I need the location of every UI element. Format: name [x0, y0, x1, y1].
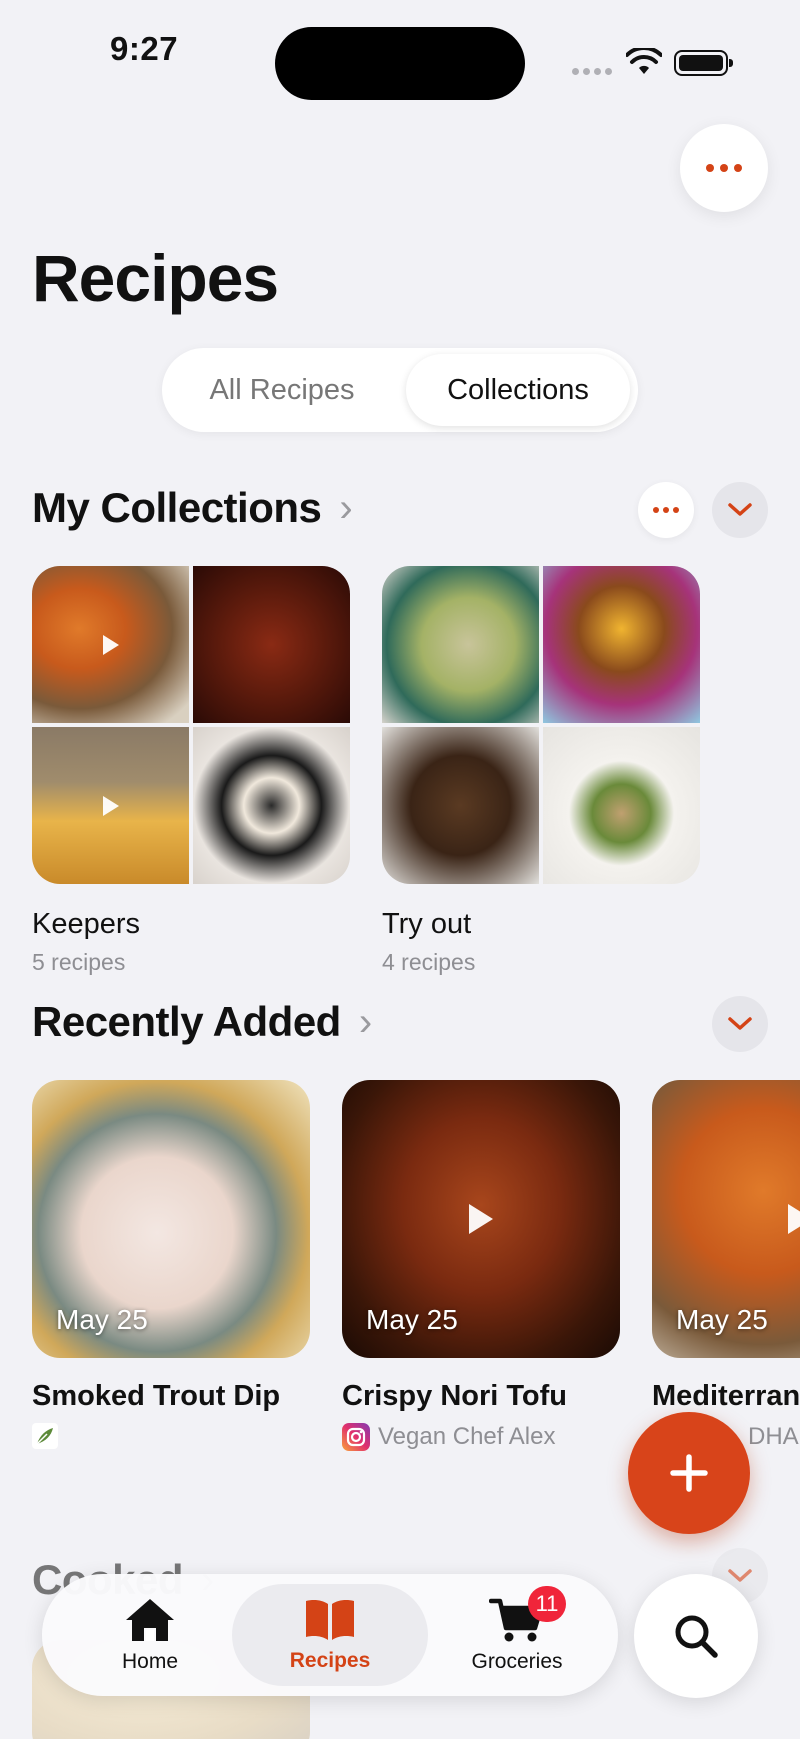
recipe-image: May 25: [342, 1080, 620, 1358]
chevron-down-icon: [728, 503, 752, 516]
more-icon: [653, 507, 659, 513]
recipe-source-name: Vegan Chef Alex: [378, 1423, 556, 1450]
thumb-fritters: [543, 727, 700, 884]
collection-card-keepers[interactable]: Keepers 5 recipes: [32, 566, 350, 976]
recipe-image: May 25: [32, 1080, 310, 1358]
view-segmented-control: All Recipes Collections: [162, 348, 638, 432]
leaf-icon: [32, 1423, 58, 1449]
recipe-image: May 25: [652, 1080, 800, 1358]
tab-label: Recipes: [289, 1649, 371, 1672]
recipe-source: [32, 1423, 322, 1449]
tab-label: Home: [121, 1650, 179, 1673]
play-icon: [788, 1204, 800, 1234]
recipe-title: Mediterranean Roasted Ca: [652, 1380, 800, 1412]
play-icon: [102, 634, 119, 655]
more-icon: [706, 164, 714, 172]
recipe-card[interactable]: May 25 Mediterranean Roasted Ca DHA: [652, 1080, 800, 1451]
recently-added-collapse-button[interactable]: [712, 996, 768, 1052]
recipe-card[interactable]: May 25 Crispy Nori Tofu Vegan Chef Alex: [342, 1080, 632, 1451]
tab-bar: Home Recipes Groceries 11: [42, 1574, 618, 1696]
collection-collage: [32, 566, 350, 884]
thumb-roasted-carrots: [32, 566, 189, 723]
wifi-icon: [626, 48, 662, 74]
recipe-title: Crispy Nori Tofu: [342, 1380, 568, 1412]
collections-more-button[interactable]: [638, 482, 694, 538]
my-collections-header[interactable]: My Collections ›: [32, 484, 353, 532]
play-icon: [469, 1204, 493, 1234]
collection-name: Keepers: [32, 908, 141, 940]
page-title: Recipes: [32, 241, 279, 315]
recipe-source: Vegan Chef Alex: [342, 1423, 632, 1451]
tab-home[interactable]: Home: [80, 1584, 220, 1686]
thumb-glazed-chicken: [193, 566, 350, 723]
recipe-title: Smoked Trout Dip: [32, 1380, 281, 1412]
thumb-sushi-rolls: [193, 727, 350, 884]
recently-added-header[interactable]: Recently Added ›: [32, 998, 372, 1046]
thumb-white-chili: [382, 566, 539, 723]
chevron-right-icon: ›: [339, 485, 353, 530]
recipe-date: May 25: [366, 1304, 458, 1335]
search-button[interactable]: [634, 1574, 758, 1698]
recipe-date: May 25: [676, 1304, 768, 1335]
play-icon: [102, 795, 119, 816]
collections-collapse-button[interactable]: [712, 482, 768, 538]
collection-collage: [382, 566, 700, 884]
battery-icon: [674, 50, 733, 76]
recipe-source-name: DHA: [748, 1423, 799, 1450]
tab-groceries[interactable]: Groceries 11: [442, 1584, 592, 1686]
recipe-date: May 25: [56, 1304, 148, 1335]
chevron-down-icon: [728, 1569, 752, 1582]
tab-label: Groceries: [471, 1650, 563, 1673]
chevron-right-icon: ›: [358, 999, 373, 1044]
instagram-icon: [342, 1423, 370, 1451]
status-time: 9:27: [110, 30, 179, 67]
thumb-roast-chicken: [382, 727, 539, 884]
cellular-signal-icon: [572, 68, 612, 75]
more-options-button[interactable]: [680, 124, 768, 212]
collection-card-try-out[interactable]: Try out 4 recipes: [382, 566, 700, 976]
collection-count: 5 recipes: [32, 949, 126, 975]
search-icon: [675, 1615, 718, 1658]
section-title: My Collections: [32, 484, 322, 531]
collection-name: Try out: [382, 908, 472, 940]
segment-all-recipes[interactable]: All Recipes: [172, 354, 392, 426]
recipe-card[interactable]: May 25 Smoked Trout Dip: [32, 1080, 322, 1449]
add-recipe-button[interactable]: [628, 1412, 750, 1534]
collection-count: 4 recipes: [382, 949, 476, 975]
home-icon: [126, 1599, 174, 1641]
thumb-taco-soup: [543, 566, 700, 723]
tab-recipes[interactable]: Recipes: [232, 1584, 428, 1686]
section-title: Recently Added: [32, 998, 341, 1045]
thumb-stuffed-shells: [32, 727, 189, 884]
plus-icon: [670, 1454, 708, 1492]
dynamic-island: [275, 27, 525, 100]
groceries-count-badge: 11: [528, 1586, 566, 1622]
book-icon: [306, 1600, 354, 1640]
segment-collections[interactable]: Collections: [406, 354, 630, 426]
chevron-down-icon: [728, 1017, 752, 1030]
